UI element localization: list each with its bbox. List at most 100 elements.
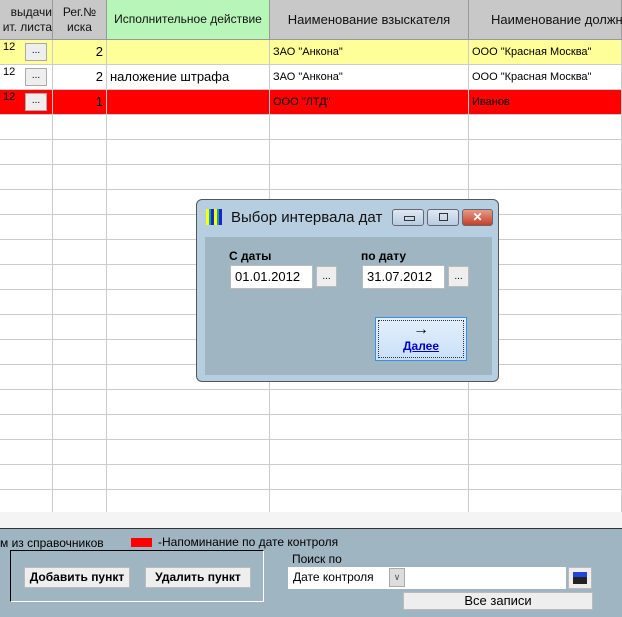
cell-action[interactable] — [107, 440, 270, 464]
cell-date[interactable] — [0, 215, 53, 239]
cell-action[interactable] — [107, 390, 270, 414]
cell-debtor[interactable] — [469, 165, 622, 189]
table-row[interactable]: 12... 2 ЗАО "Анкона" ООО "Красная Москва" — [0, 40, 622, 65]
from-date-picker-button[interactable]: ... — [316, 266, 337, 287]
minimize-button[interactable] — [392, 209, 424, 226]
cell-action[interactable] — [107, 40, 270, 64]
cell-claimant[interactable]: ЗАО "Анкона" — [270, 65, 469, 89]
issue-date-picker-button[interactable]: ... — [25, 68, 47, 86]
header-action[interactable]: Исполнительное действие — [107, 0, 270, 40]
cell-debtor[interactable] — [469, 465, 622, 489]
maximize-button[interactable] — [427, 209, 459, 226]
cell-reg[interactable] — [53, 365, 107, 389]
cell-date[interactable] — [0, 315, 53, 339]
cell-date[interactable] — [0, 240, 53, 264]
table-row[interactable] — [0, 140, 622, 165]
cell-debtor[interactable]: Иванов — [469, 90, 622, 114]
cell-action[interactable] — [107, 140, 270, 164]
cell-debtor[interactable]: ООО "Красная Москва" — [469, 65, 622, 89]
table-row[interactable] — [0, 390, 622, 415]
cell-claimant[interactable] — [270, 440, 469, 464]
cell-claimant[interactable] — [270, 165, 469, 189]
search-input[interactable] — [406, 567, 566, 589]
cell-reg[interactable] — [53, 165, 107, 189]
cell-date[interactable] — [0, 390, 53, 414]
table-row[interactable]: 12... 1 ООО "ЛТД" Иванов — [0, 90, 622, 115]
cell-reg[interactable] — [53, 440, 107, 464]
cell-date[interactable]: 12... — [0, 90, 53, 114]
cell-date[interactable] — [0, 265, 53, 289]
table-row[interactable] — [0, 415, 622, 440]
cell-debtor[interactable] — [469, 115, 622, 139]
table-row[interactable] — [0, 440, 622, 465]
cell-claimant[interactable] — [270, 140, 469, 164]
cell-claimant[interactable]: ООО "ЛТД" — [270, 90, 469, 114]
table-row[interactable] — [0, 490, 622, 512]
cell-action[interactable] — [107, 165, 270, 189]
cell-reg[interactable] — [53, 465, 107, 489]
cell-date[interactable] — [0, 190, 53, 214]
issue-date-picker-button[interactable]: ... — [25, 43, 47, 61]
cell-reg[interactable]: 2 — [53, 40, 107, 64]
cell-date[interactable] — [0, 440, 53, 464]
cell-claimant[interactable]: ЗАО "Анкона" — [270, 40, 469, 64]
chevron-down-icon[interactable]: ∨ — [389, 568, 405, 587]
cell-reg[interactable] — [53, 140, 107, 164]
delete-item-button[interactable]: Удалить пункт — [145, 567, 251, 588]
cell-debtor[interactable]: ООО "Красная Москва" — [469, 40, 622, 64]
cell-debtor[interactable] — [469, 440, 622, 464]
all-records-button[interactable]: Все записи — [403, 592, 593, 610]
cell-date[interactable] — [0, 490, 53, 512]
cell-debtor[interactable] — [469, 415, 622, 439]
cell-reg[interactable] — [53, 290, 107, 314]
cell-reg[interactable] — [53, 215, 107, 239]
header-reg-no[interactable]: Рег.№ иска — [53, 0, 107, 40]
cell-date[interactable] — [0, 115, 53, 139]
cell-date[interactable] — [0, 290, 53, 314]
to-date-input[interactable]: 31.07.2012 — [362, 265, 445, 289]
cell-reg[interactable] — [53, 490, 107, 512]
cell-date[interactable]: 12... — [0, 40, 53, 64]
cell-date[interactable] — [0, 415, 53, 439]
table-row[interactable] — [0, 115, 622, 140]
cell-reg[interactable]: 2 — [53, 65, 107, 89]
cell-claimant[interactable] — [270, 490, 469, 512]
cell-reg[interactable] — [53, 115, 107, 139]
cell-debtor[interactable] — [469, 140, 622, 164]
cell-claimant[interactable] — [270, 415, 469, 439]
table-row[interactable] — [0, 465, 622, 490]
cell-reg[interactable]: 1 — [53, 90, 107, 114]
cell-date[interactable] — [0, 140, 53, 164]
cell-reg[interactable] — [53, 265, 107, 289]
close-button[interactable]: ✕ — [462, 209, 493, 226]
cell-debtor[interactable] — [469, 390, 622, 414]
table-row[interactable]: 12... 2 наложение штрафа ЗАО "Анкона" ООО "К… — [0, 65, 622, 90]
cell-reg[interactable] — [53, 390, 107, 414]
table-row[interactable] — [0, 165, 622, 190]
cell-claimant[interactable] — [270, 115, 469, 139]
cell-reg[interactable] — [53, 340, 107, 364]
cell-claimant[interactable] — [270, 390, 469, 414]
cell-action[interactable] — [107, 415, 270, 439]
from-date-input[interactable]: 01.01.2012 — [230, 265, 313, 289]
cell-date[interactable] — [0, 340, 53, 364]
cell-reg[interactable] — [53, 315, 107, 339]
cell-date[interactable] — [0, 465, 53, 489]
cell-action[interactable] — [107, 90, 270, 114]
add-item-button[interactable]: Добавить пункт — [24, 567, 130, 588]
search-field-select[interactable]: Дате контроля ∨ — [288, 567, 406, 589]
to-date-picker-button[interactable]: ... — [448, 266, 469, 287]
cell-claimant[interactable] — [270, 465, 469, 489]
cell-reg[interactable] — [53, 240, 107, 264]
search-binoculars-button[interactable] — [568, 567, 592, 589]
cell-action[interactable] — [107, 465, 270, 489]
cell-action[interactable]: наложение штрафа — [107, 65, 270, 89]
header-debtor[interactable]: Наименование должн — [469, 0, 622, 40]
next-button[interactable]: → Далее — [375, 317, 467, 361]
cell-date[interactable]: 12... — [0, 65, 53, 89]
cell-date[interactable] — [0, 165, 53, 189]
cell-debtor[interactable] — [469, 490, 622, 512]
issue-date-picker-button[interactable]: ... — [25, 93, 47, 111]
cell-action[interactable] — [107, 490, 270, 512]
cell-date[interactable] — [0, 365, 53, 389]
